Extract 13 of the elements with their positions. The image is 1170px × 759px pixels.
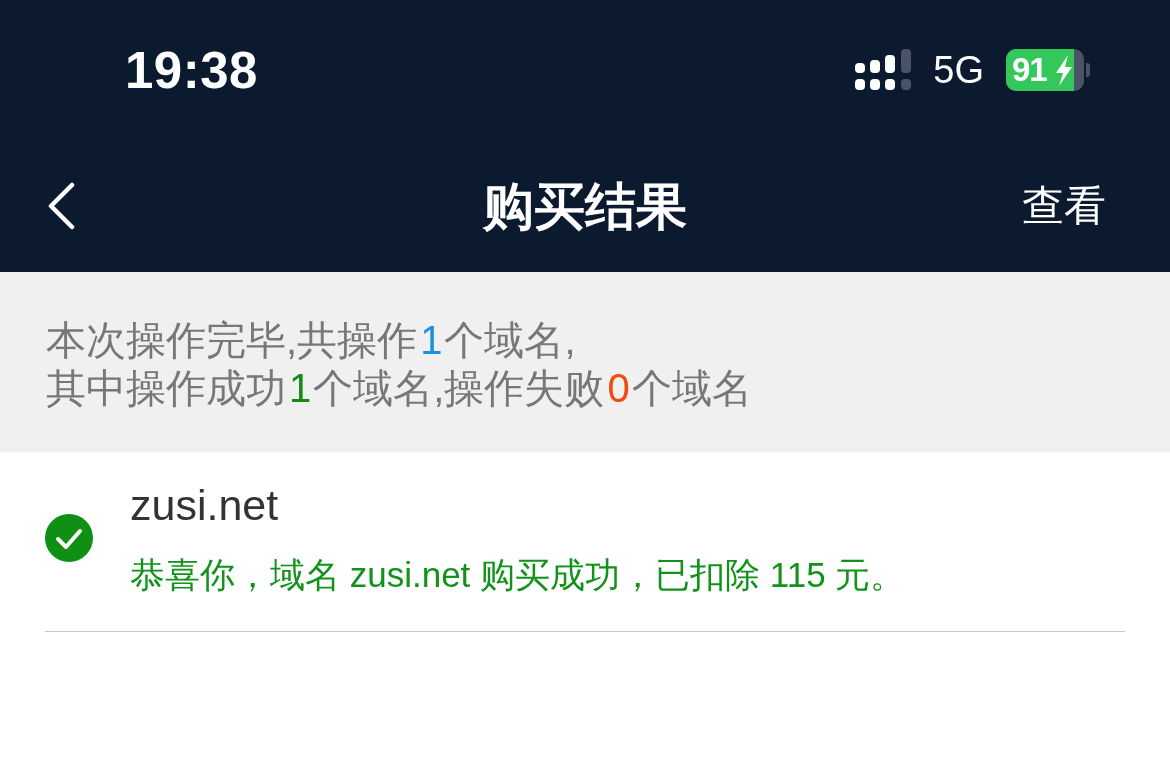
battery-icon (1006, 49, 1090, 91)
summary-text: 本次操作完毕,共操作1个域名, (46, 317, 577, 364)
page-title: 购买结果 (483, 180, 687, 232)
battery-percent: 91 (1012, 50, 1047, 90)
network-type: 5G (933, 51, 984, 89)
view-button[interactable]: 查看 (1022, 185, 1106, 227)
domain-name: zusi.net (130, 480, 280, 531)
result-message: 恭喜你，域名 zusi.net 购买成功，已扣除 115 元。 (130, 554, 906, 596)
signal-icon (855, 49, 912, 91)
back-button[interactable] (46, 182, 76, 230)
summary-text: 其中操作成功 1个域名,操作失败0个域名 (46, 365, 753, 412)
chevron-left-icon (46, 182, 76, 230)
status-time: 19:38 (125, 44, 258, 96)
